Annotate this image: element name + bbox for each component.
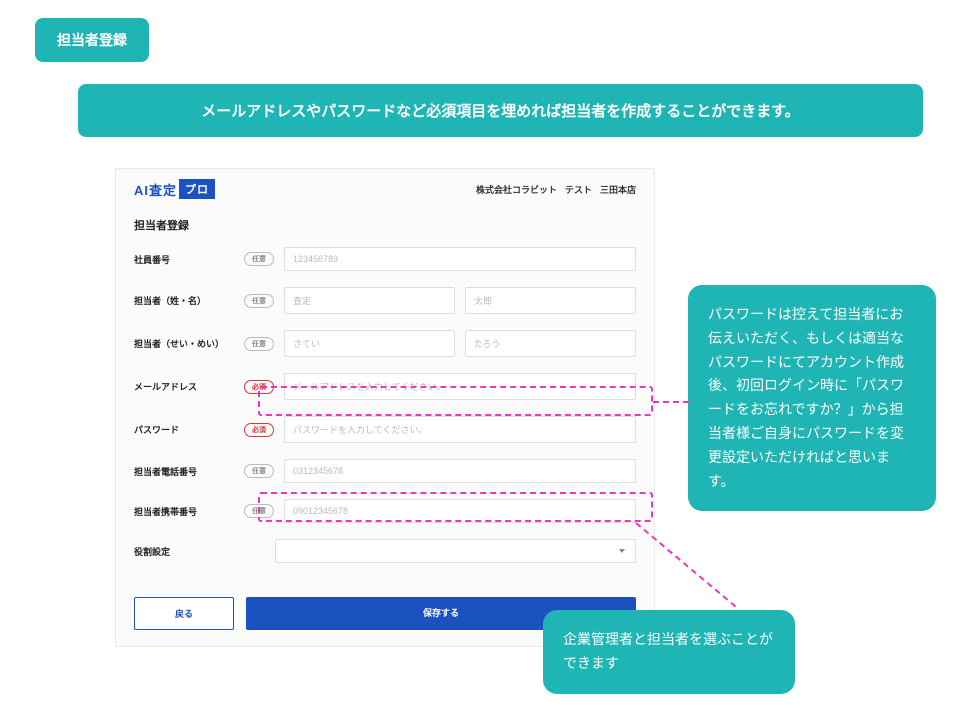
input-tel[interactable]: 0312345678 xyxy=(284,459,636,483)
row-tel: 担当者電話番号 任意 0312345678 xyxy=(134,451,636,491)
row-mobile: 担当者携帯番号 任意 09012345678 xyxy=(134,491,636,531)
label-tel: 担当者電話番号 xyxy=(134,465,244,478)
back-button[interactable]: 戻る xyxy=(134,597,234,630)
form-body: 社員番号 任意 123456789 担当者（姓・名） 任意 査定 太郎 担当者（… xyxy=(116,239,654,585)
logo-text: AI査定 xyxy=(134,180,177,199)
row-email: メールアドレス 必須 メールアドレスを入力してください。 xyxy=(134,365,636,408)
logo-box: プロ xyxy=(179,179,215,199)
input-first-kana[interactable]: たろう xyxy=(465,330,636,357)
input-last-name[interactable]: 査定 xyxy=(284,287,455,314)
tag-required: 必須 xyxy=(244,423,274,437)
input-emp-no[interactable]: 123456789 xyxy=(284,247,636,271)
company-name: 株式会社コラビット xyxy=(476,183,557,196)
tag-required: 必須 xyxy=(244,380,274,394)
tag-optional: 任意 xyxy=(244,252,274,266)
label-kana: 担当者（せい・めい） xyxy=(134,337,244,350)
row-role: 役割設定 --- xyxy=(134,531,636,571)
tag-optional: 任意 xyxy=(244,337,274,351)
input-first-name[interactable]: 太郎 xyxy=(465,287,636,314)
instruction-banner: メールアドレスやパスワードなど必須項目を埋めれば担当者を作成することができます。 xyxy=(78,84,923,137)
select-role[interactable] xyxy=(275,539,636,563)
form-header: AI査定 プロ 株式会社コラビット テスト 三田本店 xyxy=(116,169,654,209)
input-email[interactable]: メールアドレスを入力してください。 xyxy=(284,373,636,400)
tag-optional: 任意 xyxy=(244,464,274,478)
label-password: パスワード xyxy=(134,423,244,436)
label-mobile: 担当者携帯番号 xyxy=(134,505,244,518)
row-password: パスワード 必須 パスワードを入力してください。 xyxy=(134,408,636,451)
tag-optional: 任意 xyxy=(244,504,274,518)
label-role: 役割設定 xyxy=(134,545,244,558)
row-kana: 担当者（せい・めい） 任意 さてい たろう xyxy=(134,322,636,365)
section-badge: 担当者登録 xyxy=(35,18,149,62)
company-test: テスト xyxy=(565,183,592,196)
callout-role: 企業管理者と担当者を選ぶことができます xyxy=(543,610,795,694)
input-password[interactable]: パスワードを入力してください。 xyxy=(284,416,636,443)
company-branch: 三田本店 xyxy=(600,183,636,196)
tag-optional: 任意 xyxy=(244,294,274,308)
input-last-kana[interactable]: さてい xyxy=(284,330,455,357)
label-name: 担当者（姓・名） xyxy=(134,294,244,307)
label-email: メールアドレス xyxy=(134,380,244,393)
registration-form-card: AI査定 プロ 株式会社コラビット テスト 三田本店 担当者登録 社員番号 任意… xyxy=(115,168,655,647)
input-mobile[interactable]: 09012345678 xyxy=(284,499,636,523)
label-emp-no: 社員番号 xyxy=(134,253,244,266)
company-info: 株式会社コラビット テスト 三田本店 xyxy=(476,183,636,196)
row-emp-no: 社員番号 任意 123456789 xyxy=(134,239,636,279)
row-name: 担当者（姓・名） 任意 査定 太郎 xyxy=(134,279,636,322)
leader-password xyxy=(653,401,689,403)
form-title: 担当者登録 xyxy=(116,209,654,239)
callout-password: パスワードは控えて担当者にお伝えいただく、もしくは適当なパスワードにてアカウント… xyxy=(688,285,936,511)
